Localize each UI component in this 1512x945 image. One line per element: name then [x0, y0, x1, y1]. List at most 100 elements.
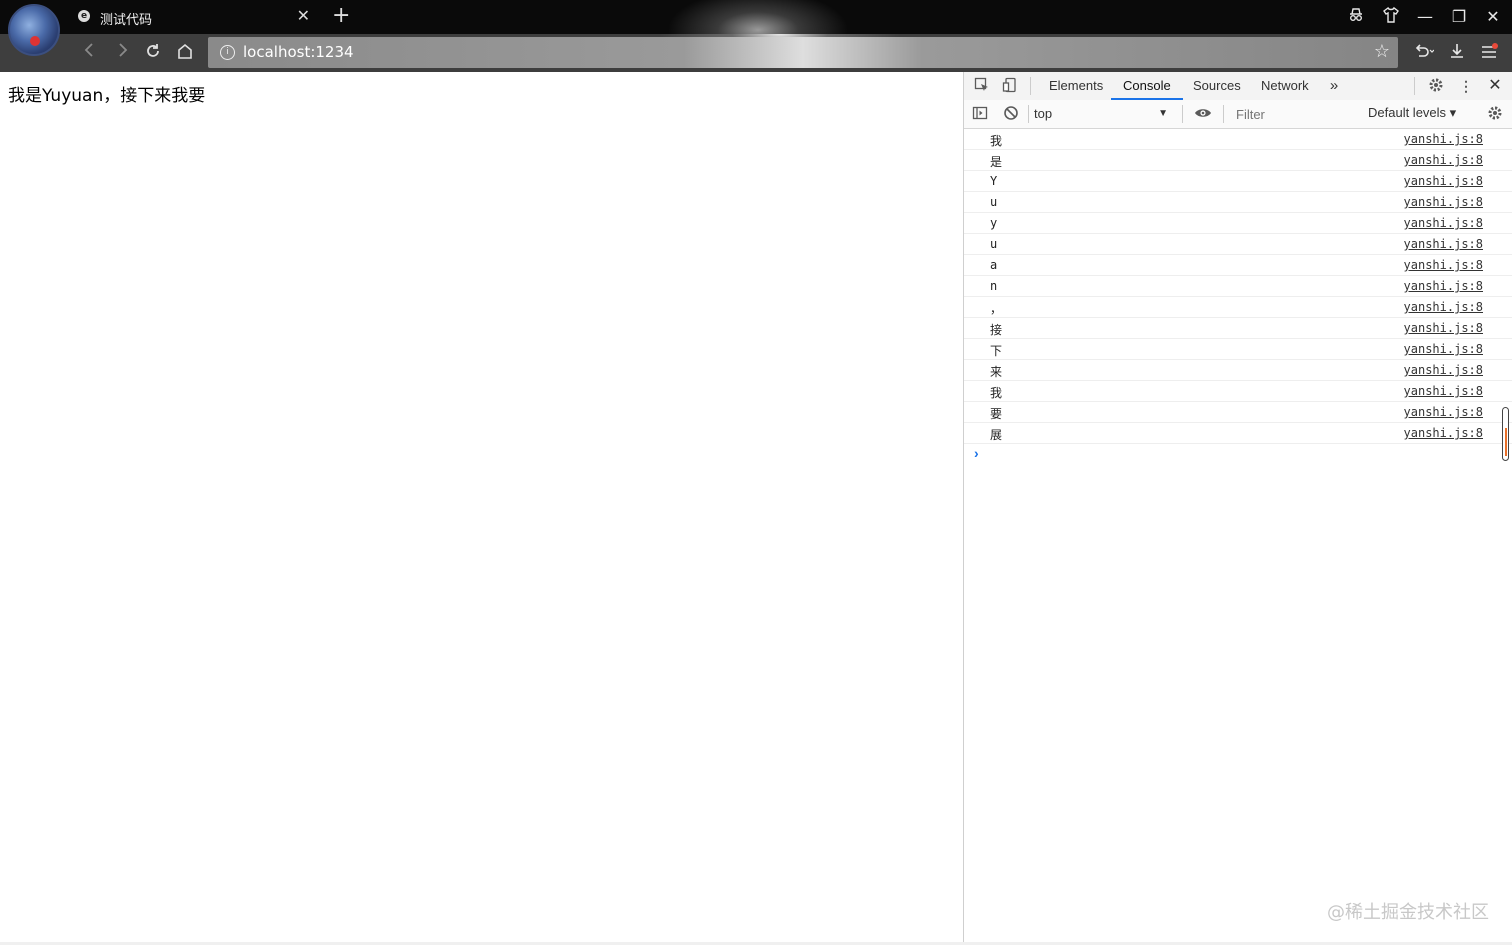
chevron-down-icon: ▼ [1158, 108, 1168, 119]
url-text[interactable]: localhost:1234 [243, 43, 354, 61]
address-bar[interactable]: i localhost:1234 ☆ [208, 37, 1398, 68]
log-message: 下 [990, 344, 1003, 358]
back-button[interactable] [78, 42, 100, 64]
download-icon[interactable] [1446, 42, 1468, 64]
tab-sources[interactable]: Sources [1181, 72, 1253, 100]
sidebar-toggle-icon[interactable] [971, 105, 989, 123]
log-source-link[interactable]: yanshi.js:8 [1404, 321, 1483, 335]
log-source-link[interactable]: yanshi.js:8 [1404, 132, 1483, 146]
log-message: 接 [990, 323, 1003, 337]
console-prompt[interactable]: › [964, 444, 1512, 464]
log-message: 来 [990, 365, 1003, 379]
undo-close-icon[interactable] [1412, 42, 1435, 64]
bookmark-star-icon[interactable]: ☆ [1374, 41, 1390, 62]
log-source-link[interactable]: yanshi.js:8 [1404, 342, 1483, 356]
log-message: 我 [990, 386, 1003, 400]
tab-elements[interactable]: Elements [1037, 72, 1115, 100]
console-log-row: a yanshi.js:8 [964, 255, 1512, 276]
site-info-icon[interactable]: i [220, 45, 235, 60]
log-source-link[interactable]: yanshi.js:8 [1404, 174, 1483, 188]
tab-close-icon[interactable]: ✕ [297, 6, 310, 25]
console-toolbar: top ▼ Default levels ▾ [964, 100, 1512, 129]
console-log-row: 展 yanshi.js:8 [964, 423, 1512, 444]
console-log-row: 下 yanshi.js:8 [964, 339, 1512, 360]
console-log-row: 来 yanshi.js:8 [964, 360, 1512, 381]
log-source-link[interactable]: yanshi.js:8 [1404, 216, 1483, 230]
log-message: 是 [990, 155, 1003, 169]
profile-avatar[interactable] [8, 4, 60, 56]
close-window-button[interactable]: ✕ [1482, 6, 1504, 28]
inspect-element-icon[interactable] [973, 77, 991, 95]
kebab-menu-icon[interactable]: ⋮ [1457, 77, 1475, 95]
log-source-link[interactable]: yanshi.js:8 [1404, 363, 1483, 377]
log-message: 我 [990, 134, 1003, 148]
new-tab-button[interactable]: + [332, 3, 350, 28]
toolbar-divider [1030, 77, 1031, 95]
console-log-row: n yanshi.js:8 [964, 276, 1512, 297]
toolbar-divider [1414, 77, 1415, 95]
console-log-row: ， yanshi.js:8 [964, 297, 1512, 318]
console-log-row: u yanshi.js:8 [964, 234, 1512, 255]
live-expression-eye-icon[interactable] [1194, 105, 1212, 123]
reload-button[interactable] [142, 42, 164, 64]
console-log-row: 接 yanshi.js:8 [964, 318, 1512, 339]
console-log-row: y yanshi.js:8 [964, 213, 1512, 234]
log-source-link[interactable]: yanshi.js:8 [1404, 258, 1483, 272]
more-tabs-icon[interactable]: » [1325, 77, 1343, 95]
console-log-row: 我 yanshi.js:8 [964, 129, 1512, 150]
devtools-tab-bar: Elements Console Sources Network » ⋮ ✕ [964, 72, 1512, 101]
log-source-link[interactable]: yanshi.js:8 [1404, 237, 1483, 251]
console-log-row: Yyanshi.js:8 [964, 171, 1512, 192]
log-message: ， [990, 302, 1003, 316]
console-log-row: u yanshi.js:8 [964, 192, 1512, 213]
settings-gear-icon[interactable] [1427, 77, 1445, 95]
log-source-link[interactable]: yanshi.js:8 [1404, 426, 1483, 440]
incognito-icon[interactable] [1345, 6, 1367, 28]
device-toolbar-icon[interactable] [1001, 77, 1019, 95]
context-value: top [1034, 106, 1053, 121]
tab-title: 测试代码 [100, 13, 153, 28]
log-source-link[interactable]: yanshi.js:8 [1404, 195, 1483, 209]
browser-tab[interactable]: e 测试代码 ✕ [68, 0, 318, 34]
console-scrollbar[interactable] [1502, 407, 1509, 461]
log-source-link[interactable]: yanshi.js:8 [1404, 153, 1483, 167]
log-source-link[interactable]: yanshi.js:8 [1404, 300, 1483, 314]
log-message: y [990, 216, 998, 230]
context-selector[interactable]: top ▼ [1034, 105, 1172, 123]
filter-input[interactable] [1230, 104, 1358, 124]
console-settings-gear-icon[interactable] [1486, 105, 1504, 123]
forward-button[interactable] [112, 42, 134, 64]
browser-toolbar: i localhost:1234 ☆ [0, 34, 1512, 72]
toolbar-divider [1182, 105, 1183, 123]
toolbar-divider [1028, 105, 1029, 123]
menu-icon[interactable] [1478, 42, 1500, 64]
avatar-accent [30, 36, 40, 46]
log-source-link[interactable]: yanshi.js:8 [1404, 279, 1483, 293]
log-message: Y [990, 174, 998, 188]
log-message: n [990, 279, 998, 293]
page-viewport: 我是Yuyuan，接下来我要 [0, 72, 963, 945]
shirt-skin-icon[interactable] [1380, 6, 1402, 28]
toolbar-divider [1223, 105, 1224, 123]
title-bar: e 测试代码 ✕ + — ❐ ✕ [0, 0, 1512, 56]
console-output: 我 yanshi.js:8 是 yanshi.js:8 Yyanshi.js:8 u yan… [964, 129, 1512, 464]
close-devtools-icon[interactable]: ✕ [1486, 77, 1504, 95]
tab-network[interactable]: Network [1249, 72, 1321, 100]
tab-console[interactable]: Console [1111, 72, 1183, 100]
clear-console-icon[interactable] [1002, 105, 1020, 123]
log-message: a [990, 258, 998, 272]
page-text: 我是Yuyuan，接下来我要 [8, 86, 206, 106]
tab-favicon-icon: e [78, 10, 90, 22]
log-source-link[interactable]: yanshi.js:8 [1404, 384, 1483, 398]
restore-button[interactable]: ❐ [1448, 6, 1470, 28]
console-log-row: 是 yanshi.js:8 [964, 150, 1512, 171]
log-message: 展 [990, 428, 1003, 442]
minimize-button[interactable]: — [1414, 6, 1436, 28]
prompt-caret-icon: › [974, 445, 979, 461]
devtools-panel: Elements Console Sources Network » ⋮ ✕ t… [963, 72, 1512, 945]
log-source-link[interactable]: yanshi.js:8 [1404, 405, 1483, 419]
log-message: u [990, 195, 998, 209]
log-levels-dropdown[interactable]: Default levels ▾ [1368, 105, 1456, 121]
log-message: u [990, 237, 998, 251]
home-button[interactable] [174, 42, 196, 64]
